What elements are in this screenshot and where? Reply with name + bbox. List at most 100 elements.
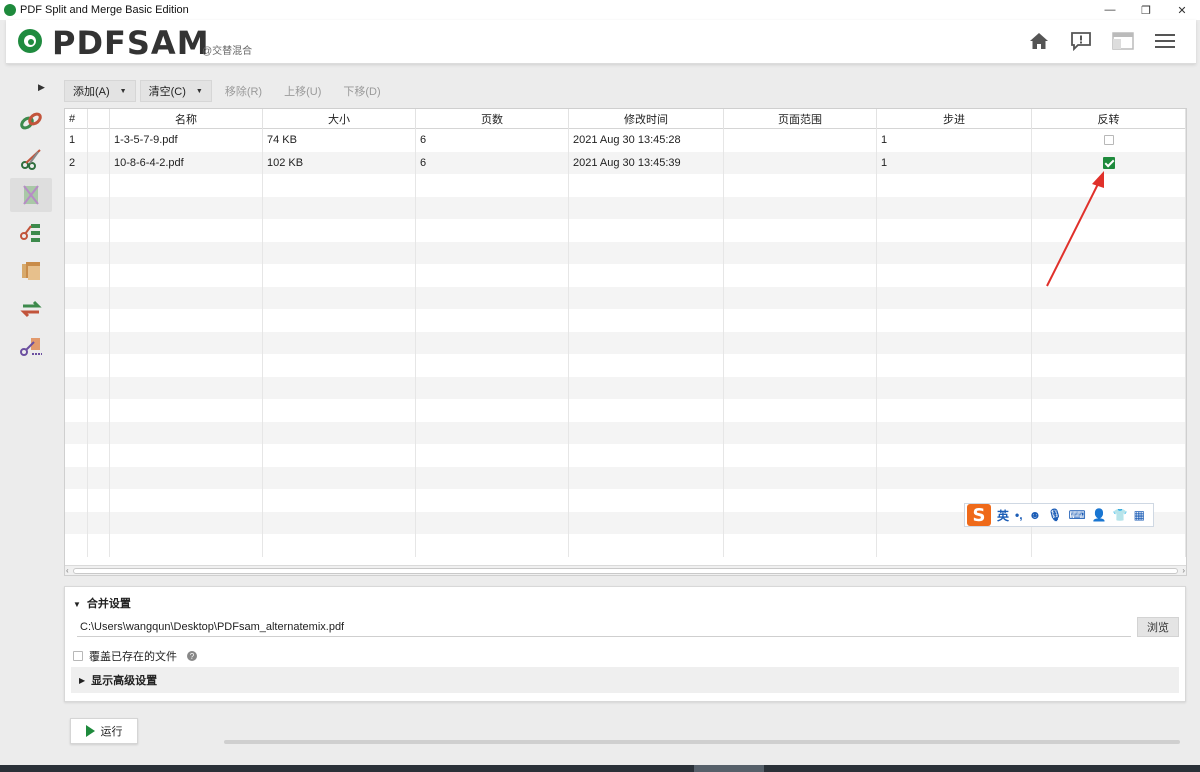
empty-cell xyxy=(65,331,88,354)
empty-cell xyxy=(724,331,877,354)
column-header-index[interactable]: # xyxy=(65,109,88,129)
row-step[interactable]: 1 xyxy=(877,151,1032,174)
scrollbar-thumb[interactable] xyxy=(73,568,1178,574)
column-header-modified[interactable]: 修改时间 xyxy=(569,109,724,129)
advanced-settings-toggle[interactable]: ▶ 显示高级设置 xyxy=(71,667,1179,693)
empty-cell xyxy=(263,174,416,197)
table-row[interactable]: 1 1-3-5-7-9.pdf 74 KB 6 2021 Aug 30 13:4… xyxy=(65,129,1186,152)
sidebar-item-split-by-bookmarks[interactable] xyxy=(10,216,52,250)
split-bookmarks-icon xyxy=(20,224,40,242)
empty-cell xyxy=(65,421,88,444)
sidebar-item-extract[interactable] xyxy=(10,254,52,288)
reverse-checkbox[interactable] xyxy=(1103,135,1114,146)
browse-button[interactable]: 浏览 xyxy=(1137,617,1179,637)
empty-cell xyxy=(65,219,88,242)
move-up-button[interactable]: 上移(U) xyxy=(275,80,330,102)
progress-bar xyxy=(224,740,1180,744)
empty-cell xyxy=(416,286,569,309)
row-page-range[interactable] xyxy=(724,129,877,152)
empty-cell xyxy=(416,196,569,219)
home-icon[interactable] xyxy=(1028,30,1050,52)
column-header-size[interactable]: 大小 xyxy=(263,109,416,129)
help-icon[interactable]: ? xyxy=(187,651,197,661)
remove-button[interactable]: 移除(R) xyxy=(216,80,271,102)
add-button-label: 添加(A) xyxy=(73,86,110,98)
toolbox-icon[interactable]: ▦ xyxy=(1134,508,1145,522)
row-pages: 6 xyxy=(416,151,569,174)
empty-cell xyxy=(724,264,877,287)
add-button[interactable]: 添加(A) ▼ xyxy=(64,80,136,102)
column-header-reverse[interactable]: 反转 xyxy=(1032,109,1186,129)
overwrite-label[interactable]: 覆盖已存在的文件 xyxy=(89,648,177,664)
menu-icon[interactable] xyxy=(1154,30,1176,52)
ime-punctuation[interactable]: •, xyxy=(1015,508,1023,522)
table-row[interactable]: 2 10-8-6-4-2.pdf 102 KB 6 2021 Aug 30 13… xyxy=(65,151,1186,174)
scroll-right-icon[interactable]: › xyxy=(1182,566,1185,575)
sogou-logo-icon[interactable]: S xyxy=(967,504,991,526)
empty-cell xyxy=(65,466,88,489)
empty-cell xyxy=(110,399,263,422)
emoji-icon[interactable]: ☻ xyxy=(1029,508,1042,522)
empty-cell xyxy=(569,354,724,377)
restore-button[interactable]: ❐ xyxy=(1128,0,1164,20)
output-path-input[interactable] xyxy=(77,617,1131,637)
clear-button-label: 清空(C) xyxy=(148,86,186,98)
column-header-blank[interactable] xyxy=(88,109,110,129)
empty-cell xyxy=(877,354,1032,377)
clear-button[interactable]: 清空(C) ▼ xyxy=(139,80,212,102)
empty-cell xyxy=(569,219,724,242)
dashboard-icon[interactable] xyxy=(1112,30,1134,52)
reverse-checkbox[interactable] xyxy=(1102,156,1115,169)
sidebar-item-merge[interactable] xyxy=(10,104,52,138)
move-down-button[interactable]: 下移(D) xyxy=(334,80,389,102)
scroll-left-icon[interactable]: ‹ xyxy=(66,566,69,575)
sidebar-item-alternate-mix[interactable] xyxy=(10,178,52,212)
overwrite-checkbox[interactable] xyxy=(73,651,83,661)
empty-cell xyxy=(263,489,416,512)
minimize-button[interactable]: — xyxy=(1092,0,1128,20)
empty-cell xyxy=(877,309,1032,332)
user-icon[interactable]: 👤 xyxy=(1092,508,1107,522)
empty-cell xyxy=(416,219,569,242)
empty-cell xyxy=(569,511,724,534)
row-index: 1 xyxy=(65,129,88,152)
sidebar-item-rotate[interactable] xyxy=(10,292,52,326)
column-header-page-range[interactable]: 页面范围 xyxy=(724,109,877,129)
empty-cell xyxy=(110,489,263,512)
empty-cell xyxy=(569,444,724,467)
column-header-name[interactable]: 名称 xyxy=(110,109,263,129)
empty-cell xyxy=(416,444,569,467)
column-header-pages[interactable]: 页数 xyxy=(416,109,569,129)
empty-cell xyxy=(569,174,724,197)
horizontal-scrollbar[interactable]: ‹ › xyxy=(65,565,1186,575)
empty-cell xyxy=(724,421,877,444)
empty-cell xyxy=(569,331,724,354)
empty-cell xyxy=(65,511,88,534)
taskbar-item[interactable] xyxy=(694,765,764,772)
empty-cell xyxy=(263,264,416,287)
keyboard-icon[interactable]: ⌨ xyxy=(1068,508,1085,522)
empty-cell xyxy=(724,444,877,467)
empty-cell xyxy=(110,309,263,332)
empty-cell xyxy=(88,466,110,489)
chevron-down-icon[interactable]: ▼ xyxy=(120,88,127,95)
empty-cell xyxy=(88,264,110,287)
feedback-icon[interactable] xyxy=(1070,30,1092,52)
row-step[interactable]: 1 xyxy=(877,129,1032,152)
empty-table-row xyxy=(65,174,1186,197)
close-button[interactable]: ✕ xyxy=(1164,0,1200,20)
header-icons xyxy=(1028,30,1176,52)
ime-mode[interactable]: 英 xyxy=(997,507,1009,524)
microphone-icon[interactable]: 🎙 xyxy=(1047,508,1062,522)
empty-cell xyxy=(416,309,569,332)
sidebar-item-split[interactable] xyxy=(10,142,52,176)
merge-settings-header[interactable]: ▼ 合并设置 xyxy=(73,595,131,611)
chevron-down-icon[interactable]: ▼ xyxy=(196,88,203,95)
column-header-step[interactable]: 步进 xyxy=(877,109,1032,129)
row-page-range[interactable] xyxy=(724,151,877,174)
empty-cell xyxy=(416,331,569,354)
run-button[interactable]: 运行 xyxy=(70,718,138,744)
skin-icon[interactable]: 👕 xyxy=(1113,508,1128,522)
sidebar-item-split-by-size[interactable] xyxy=(10,330,52,364)
sidebar-expand-icon[interactable]: ▶ xyxy=(38,82,45,93)
